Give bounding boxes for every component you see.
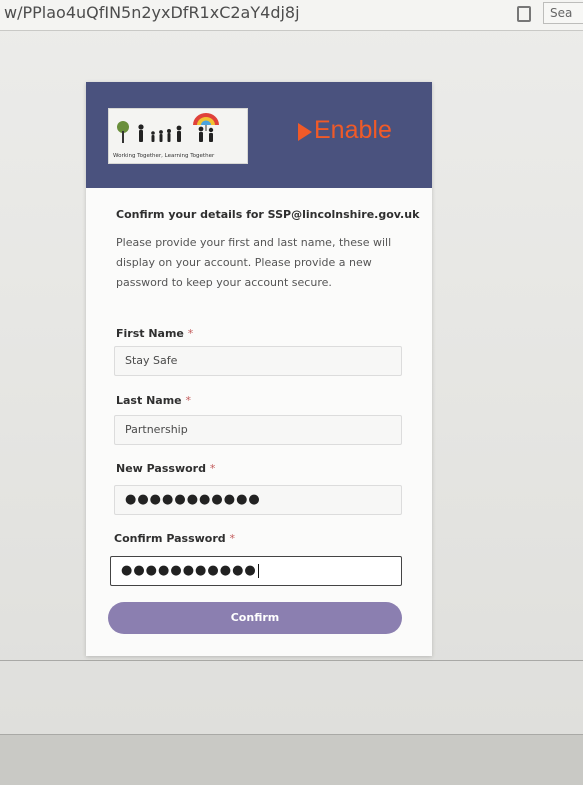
brand-name: Enable <box>314 116 392 144</box>
confirm-password-label-text: Confirm Password <box>114 532 226 545</box>
first-name-value: Stay Safe <box>125 354 178 367</box>
form-heading: Confirm your details for SSP@lincolnshir… <box>116 208 420 221</box>
play-arrow-icon <box>298 123 312 141</box>
page-footer-area <box>0 735 583 785</box>
text-cursor <box>257 563 259 578</box>
details-form: Confirm your details for SSP@lincolnshir… <box>116 208 420 293</box>
required-marker: * <box>185 394 191 407</box>
lock-icon <box>517 6 531 22</box>
new-password-dots: ●●●●●●●●●●● <box>125 492 261 507</box>
last-name-value: Partnership <box>125 423 188 436</box>
required-marker: * <box>229 532 235 545</box>
required-marker: * <box>187 327 194 340</box>
url-text[interactable]: w/PPlao4uQfIN5n2yxDfR1xC2aY4dj8j <box>4 3 300 22</box>
first-name-label: First Name * <box>116 327 193 340</box>
card-header: Working Together, Learning Together Enab… <box>86 82 432 188</box>
confirm-password-input[interactable]: ●●●●●●●●●●● <box>110 556 402 586</box>
confirm-button[interactable]: Confirm <box>108 602 402 634</box>
required-marker: * <box>209 462 216 475</box>
new-password-input[interactable]: ●●●●●●●●●●● <box>114 485 402 515</box>
first-name-input[interactable]: Stay Safe <box>114 346 402 376</box>
form-intro: Please provide your first and last name,… <box>116 236 392 289</box>
new-password-label-text: New Password <box>116 462 206 475</box>
partner-logo: Working Together, Learning Together <box>108 108 248 164</box>
confirm-details-card: Working Together, Learning Together Enab… <box>86 82 432 656</box>
logo-tagline: Working Together, Learning Together <box>113 153 215 159</box>
address-bar[interactable]: w/PPlao4uQfIN5n2yxDfR1xC2aY4dj8j Sea <box>0 0 583 31</box>
confirm-password-dots: ●●●●●●●●●●● <box>121 563 257 578</box>
new-password-label: New Password * <box>116 462 215 475</box>
page-divider <box>0 660 583 661</box>
first-name-label-text: First Name <box>116 327 184 340</box>
people-umbrella-icon <box>117 113 219 143</box>
last-name-input[interactable]: Partnership <box>114 415 402 445</box>
browser-viewport: w/PPlao4uQfIN5n2yxDfR1xC2aY4dj8j Sea Wor… <box>0 0 583 785</box>
confirm-password-label: Confirm Password * <box>114 532 235 545</box>
last-name-label: Last Name * <box>116 394 191 407</box>
search-box[interactable]: Sea <box>543 2 583 24</box>
last-name-label-text: Last Name <box>116 394 182 407</box>
